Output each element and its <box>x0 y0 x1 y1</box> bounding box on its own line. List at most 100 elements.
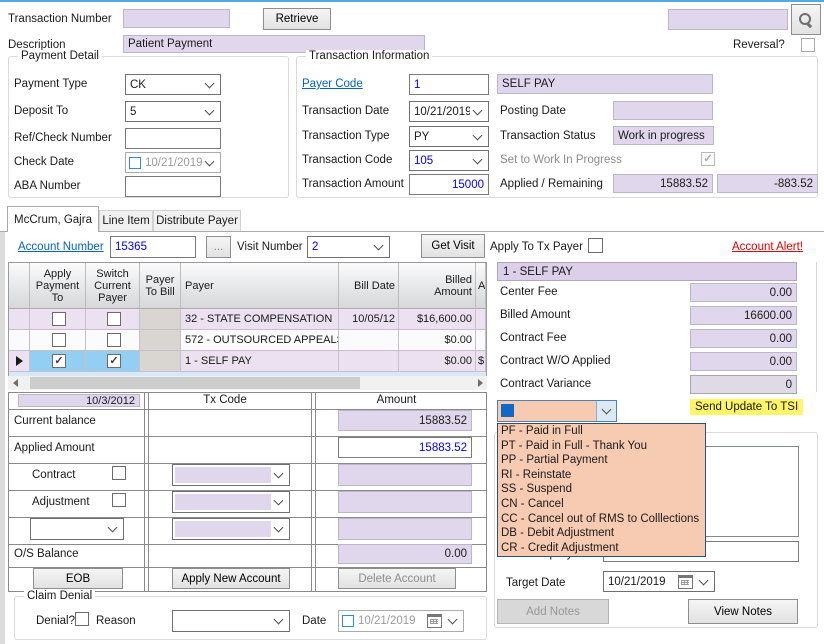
row-selector[interactable] <box>9 309 30 330</box>
current-row-marker-icon <box>16 356 23 366</box>
deposit-to-select[interactable]: 5 <box>125 101 221 122</box>
status-option[interactable]: DB - Debit Adjustment <box>498 526 705 541</box>
apply-checkbox[interactable] <box>52 333 66 347</box>
row-selector[interactable] <box>9 351 30 372</box>
adjustment-txcode-select[interactable] <box>172 491 290 513</box>
payer-code-link[interactable]: Payer Code <box>302 78 363 90</box>
status-option[interactable]: CC - Cancel out of RMS to Colllections <box>498 512 705 527</box>
tab-patient[interactable]: McCrum, Gajra <box>7 206 99 232</box>
ref-check-number-input[interactable] <box>125 128 221 149</box>
account-lookup-button[interactable]: ... <box>206 236 231 258</box>
extra-type-select[interactable] <box>30 518 124 540</box>
account-number-input[interactable]: 15365 <box>110 236 196 258</box>
get-visit-button[interactable]: Get Visit <box>421 234 485 258</box>
denial-date-checkbox[interactable] <box>342 615 354 627</box>
status-option[interactable]: PP - Partial Payment <box>498 453 705 468</box>
current-balance-label: Current balance <box>14 415 96 427</box>
payer-name-field: SELF PAY <box>497 74 713 94</box>
switch-checkbox[interactable] <box>107 333 121 347</box>
transaction-code-select[interactable]: 105 <box>409 150 489 171</box>
calendar-icon <box>678 575 693 589</box>
bill-date-cell[interactable] <box>339 330 399 351</box>
extra-txcode-select[interactable] <box>172 518 290 540</box>
switch-checkbox[interactable] <box>107 354 121 368</box>
check-date-checkbox[interactable] <box>129 157 141 169</box>
status-option[interactable]: RI - Reinstate <box>498 468 705 483</box>
payment-type-select[interactable]: CK <box>125 74 221 95</box>
apply-checkbox[interactable] <box>52 312 66 326</box>
bill-date-cell[interactable] <box>339 351 399 372</box>
denial-reason-select[interactable] <box>172 610 290 632</box>
account-status-dropdown-list: PF - Paid in Full PT - Paid in Full - Th… <box>497 423 706 557</box>
search-button[interactable] <box>791 4 821 35</box>
payer-to-bill-cell[interactable] <box>140 330 181 351</box>
center-fee-label: Center Fee <box>500 286 558 298</box>
scrollbar-thumb[interactable] <box>30 377 360 389</box>
adjustment-checkbox[interactable] <box>112 493 126 507</box>
quick-search-field[interactable] <box>668 9 788 30</box>
check-date-picker[interactable]: 10/21/2019 <box>125 152 221 173</box>
payer-cell[interactable]: 32 - STATE COMPENSATION <box>181 309 339 330</box>
remaining-amount-field: -883.52 <box>717 174 818 193</box>
col-apply-payment-to[interactable]: Apply Payment To <box>30 263 86 309</box>
combo-arrow-button[interactable] <box>596 401 616 421</box>
scroll-right-button[interactable] <box>473 376 487 390</box>
status-option[interactable]: CN - Cancel <box>498 497 705 512</box>
visit-number-select[interactable]: 2 <box>307 236 390 258</box>
row-selector[interactable] <box>9 330 30 351</box>
col-payer[interactable]: Payer <box>181 263 339 309</box>
switch-checkbox[interactable] <box>107 312 121 326</box>
col-clipped[interactable]: A <box>476 263 486 309</box>
billed-amount-cell[interactable]: $16,600.00 <box>399 309 476 330</box>
table-row-current[interactable]: 1 - SELF PAY $0.00 $ <box>9 351 486 372</box>
eob-button[interactable]: EOB <box>33 568 123 589</box>
payer-cell[interactable]: 1 - SELF PAY <box>181 351 339 372</box>
payer-cell[interactable]: 572 - OUTSOURCED APPEALS <box>181 330 339 351</box>
status-option[interactable]: PT - Paid in Full - Thank You <box>498 439 705 454</box>
bill-date-cell[interactable]: 10/05/12 <box>339 309 399 330</box>
applied-amount-input[interactable]: 15883.52 <box>338 437 472 458</box>
table-row[interactable]: 32 - STATE COMPENSATION 10/05/12 $16,600… <box>9 309 486 330</box>
transaction-number-input[interactable] <box>123 9 230 28</box>
horizontal-scrollbar[interactable] <box>8 376 487 390</box>
payer-to-bill-cell[interactable] <box>140 351 181 372</box>
col-switch-current-payer[interactable]: Switch Current Payer <box>86 263 140 309</box>
tab-line-item[interactable]: Line Item <box>99 210 153 231</box>
col-payer-to-bill[interactable]: Payer To Bill <box>140 263 181 309</box>
table-row[interactable]: 572 - OUTSOURCED APPEALS $0.00 <box>9 330 486 351</box>
status-option[interactable]: SS - Suspend <box>498 482 705 497</box>
transaction-date-picker[interactable]: 10/21/2019 <box>409 101 489 122</box>
tab-distribute-payer[interactable]: Distribute Payer <box>153 210 241 231</box>
denial-checkbox[interactable] <box>75 612 89 626</box>
account-number-link[interactable]: Account Number <box>18 241 104 253</box>
contract-txcode-select[interactable] <box>172 464 290 486</box>
retrieve-button[interactable]: Retrieve <box>263 8 331 30</box>
transaction-type-select[interactable]: PY <box>409 126 489 147</box>
target-date-picker[interactable]: 10/21/2019 <box>603 571 715 592</box>
apply-new-account-button[interactable]: Apply New Account <box>172 568 290 589</box>
account-alert-link[interactable]: Account Alert! <box>732 241 803 253</box>
aba-number-input[interactable] <box>125 176 221 197</box>
contract-checkbox[interactable] <box>112 466 126 480</box>
account-status-select[interactable] <box>497 400 617 422</box>
current-balance-field: 15883.52 <box>338 410 472 431</box>
col-bill-date[interactable]: Bill Date <box>339 263 399 309</box>
payer-to-bill-cell[interactable] <box>140 309 181 330</box>
reason-label: Reason <box>96 615 136 627</box>
scroll-left-button[interactable] <box>8 376 22 390</box>
status-option[interactable]: PF - Paid in Full <box>498 424 705 439</box>
apply-to-tx-payer-checkbox[interactable] <box>588 238 603 253</box>
transaction-amount-input[interactable]: 15000 <box>409 174 489 195</box>
apply-checkbox[interactable] <box>52 354 66 368</box>
payer-code-input[interactable]: 1 <box>409 74 489 95</box>
chevron-down-icon <box>448 615 458 625</box>
denial-date-picker[interactable]: 10/21/2019 <box>338 610 464 632</box>
billed-amount-cell[interactable]: $0.00 <box>399 351 476 372</box>
reversal-checkbox[interactable] <box>801 38 815 52</box>
set-to-wip-checkbox <box>701 152 715 166</box>
view-notes-button[interactable]: View Notes <box>688 599 798 624</box>
contract-wo-applied-label: Contract W/O Applied <box>500 355 611 367</box>
billed-amount-cell[interactable]: $0.00 <box>399 330 476 351</box>
status-option[interactable]: CR - Credit Adjustment <box>498 541 705 556</box>
col-billed-amount[interactable]: Billed Amount <box>399 263 476 309</box>
